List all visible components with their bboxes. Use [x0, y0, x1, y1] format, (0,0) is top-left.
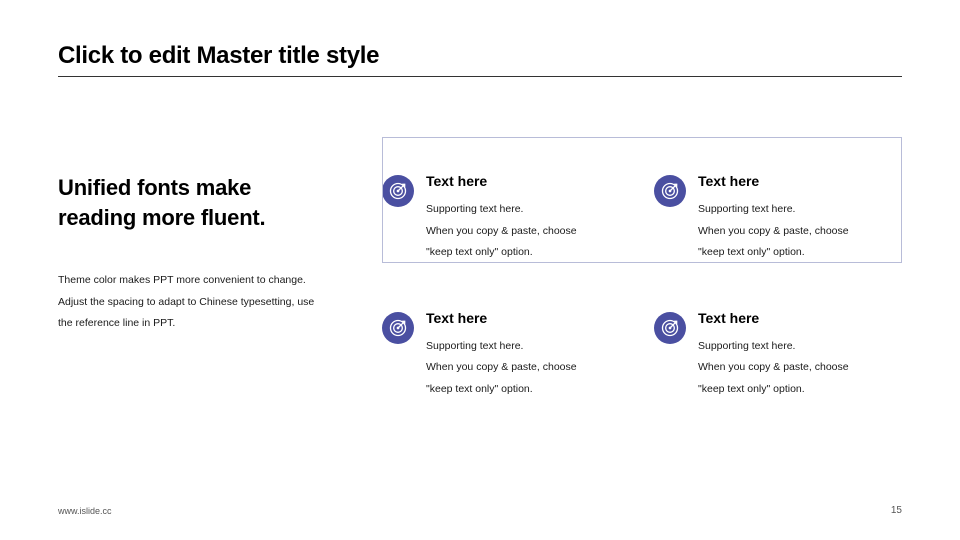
card-body: Supporting text here. When you copy & pa… — [698, 336, 849, 401]
card-body-line2: When you copy & paste, choose — [426, 361, 577, 373]
left-heading[interactable]: Unified fonts make reading more fluent. — [58, 173, 358, 232]
right-column: Text here Supporting text here. When you… — [382, 137, 902, 400]
card-body-line1: Supporting text here. — [426, 340, 523, 352]
left-body-line2: Adjust the spacing to adapt to Chinese t… — [58, 296, 314, 308]
card-body-line2: When you copy & paste, choose — [698, 361, 849, 373]
left-heading-line1: Unified fonts make — [58, 175, 251, 200]
card-body-line1: Supporting text here. — [698, 340, 795, 352]
card-title: Text here — [426, 310, 577, 326]
card: Text here Supporting text here. When you… — [382, 310, 630, 401]
left-heading-line2: reading more fluent. — [58, 205, 265, 230]
page-title[interactable]: Click to edit Master title style — [58, 42, 902, 77]
left-body[interactable]: Theme color makes PPT more convenient to… — [58, 270, 358, 335]
page-number: 15 — [891, 505, 902, 516]
card-body: Supporting text here. When you copy & pa… — [426, 336, 577, 401]
card-text[interactable]: Text here Supporting text here. When you… — [426, 310, 577, 401]
card-title: Text here — [698, 310, 849, 326]
outline-box — [382, 137, 902, 263]
card-text[interactable]: Text here Supporting text here. When you… — [698, 310, 849, 401]
left-column: Unified fonts make reading more fluent. … — [58, 137, 358, 400]
left-body-line1: Theme color makes PPT more convenient to… — [58, 274, 306, 286]
target-icon — [654, 312, 686, 344]
target-icon — [382, 312, 414, 344]
card-body-line3: "keep text only" option. — [426, 383, 533, 395]
card: Text here Supporting text here. When you… — [654, 310, 902, 401]
slide: Click to edit Master title style Unified… — [0, 0, 960, 540]
content-area: Unified fonts make reading more fluent. … — [58, 137, 902, 400]
left-body-line3: the reference line in PPT. — [58, 317, 175, 329]
footer-url: www.islide.cc — [58, 506, 112, 516]
card-body-line3: "keep text only" option. — [698, 383, 805, 395]
